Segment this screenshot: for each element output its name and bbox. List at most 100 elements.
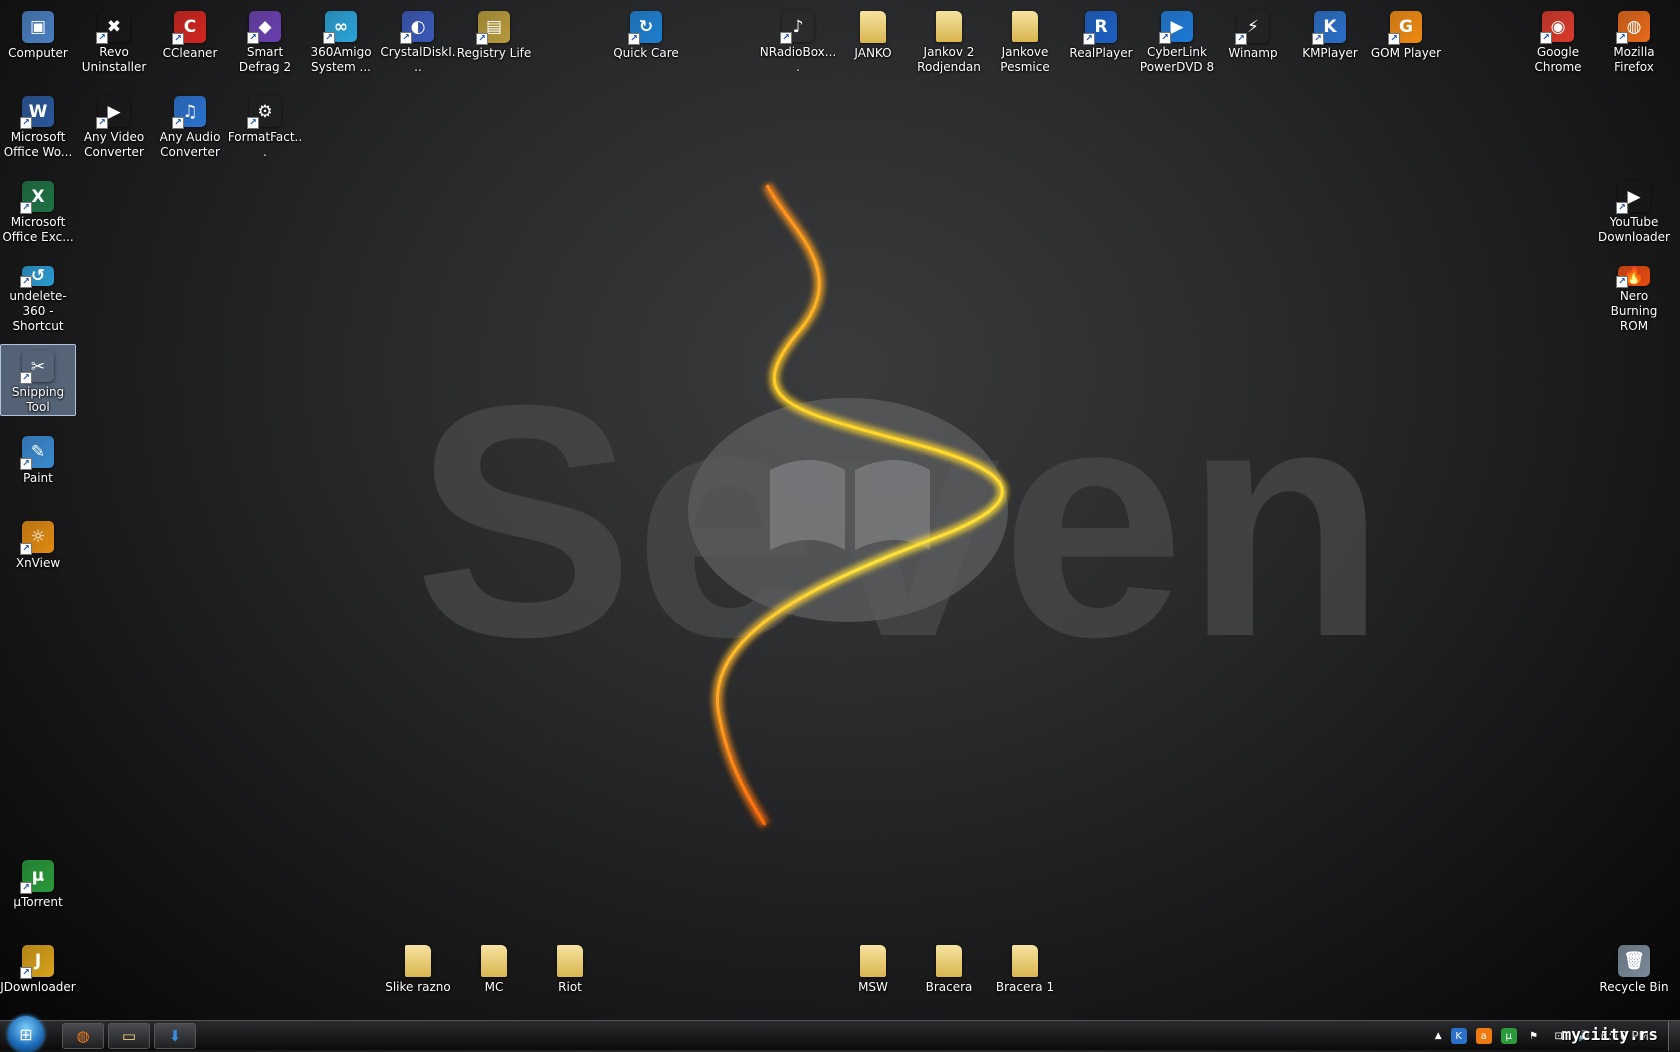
desktop-icon-winamp[interactable]: ⚡ ↗ Winamp (1215, 4, 1291, 76)
folder-icon (405, 945, 431, 977)
desktop-icon-crystaldiski[interactable]: ◐ ↗ CrystalDiskI... (380, 4, 456, 76)
taskbar-firefox-button[interactable]: ◍ (62, 1023, 104, 1049)
shortcut-arrow-icon: ↗ (628, 33, 640, 45)
desktop-icon-kmplayer[interactable]: K ↗ KMPlayer (1292, 4, 1368, 76)
desktop-icon-mc[interactable]: MC (456, 938, 532, 1010)
avast-tray-icon[interactable]: a (1475, 1028, 1492, 1044)
desktop-icon-recycle-bin[interactable]: 🗑 Recycle Bin (1596, 938, 1672, 1010)
shortcut-arrow-icon: ↗ (323, 32, 335, 44)
desktop-icon-google-chrome[interactable]: ◉ ↗ Google Chrome (1520, 4, 1596, 76)
folder-icon (936, 11, 962, 42)
shortcut-arrow-icon: ↗ (20, 458, 32, 470)
desktop-icon-any-video-converter[interactable]: ▶ ↗ Any Video Converter (76, 89, 152, 161)
shortcut-arrow-icon: ↗ (20, 117, 32, 129)
desktop-icon-registry-life[interactable]: ▤ ↗ Registry Life (456, 4, 532, 76)
desktop-icon-youtube-downloader[interactable]: ▶ ↗ YouTube Downloader (1596, 174, 1672, 246)
gom-player-icon: G ↗ (1388, 11, 1422, 45)
desktop-icon-label: Mozilla Firefox (1613, 45, 1655, 74)
desktop-icon-nradiobox[interactable]: ♪ ↗ NRadioBox.... (760, 4, 836, 76)
desktop-icon-undelete-360-shortcut[interactable]: ↺ ↗ undelete-360 - Shortcut (0, 259, 76, 333)
desktop-icon-label: Jankov 2 Rodjendan (917, 45, 981, 74)
desktop-icon-formatfact[interactable]: ⚙ ↗ FormatFact... (227, 89, 303, 161)
desktop-icon-jankove-pesmice[interactable]: Jankove Pesmice (987, 4, 1063, 76)
desktop-icon-janko[interactable]: JANKO (835, 4, 911, 76)
kmplayer-tray-icon[interactable]: K (1450, 1028, 1467, 1044)
shortcut-arrow-icon: ↗ (20, 882, 32, 894)
desktop-icon-360amigo-system[interactable]: ∞ ↗ 360Amigo System ... (303, 4, 379, 76)
desktop-icon-jdownloader[interactable]: J ↗ JDownloader (0, 938, 76, 1010)
shortcut-arrow-icon: ↗ (780, 32, 792, 44)
desktop-icon-cyberlink-powerdvd-8[interactable]: ▶ ↗ CyberLink PowerDVD 8 (1139, 4, 1215, 76)
desktop-icon-bracera[interactable]: Bracera (911, 938, 987, 1010)
chrome-icon: ◉ ↗ (1540, 11, 1574, 44)
desktop-icon-label: Google Chrome (1534, 45, 1582, 74)
any-audio-converter-icon: ♫ ↗ (172, 96, 206, 129)
shortcut-arrow-icon: ↗ (247, 32, 259, 44)
shortcut-arrow-icon: ↗ (172, 33, 184, 45)
desktop-icon-label: Smart Defrag 2 (238, 45, 292, 74)
desktop-icon-label: Microsoft Office Wo... (3, 130, 73, 159)
winamp-icon: ⚡ ↗ (1235, 11, 1269, 45)
shortcut-arrow-icon: ↗ (96, 32, 108, 44)
show-hidden-icons-button[interactable]: ▲ (1435, 1031, 1442, 1041)
shortcut-arrow-icon: ↗ (1312, 33, 1324, 45)
desktop-icon-smart-defrag-2[interactable]: ◆ ↗ Smart Defrag 2 (227, 4, 303, 76)
desktop-icon-xnview[interactable]: ☼ ↗ XnView (0, 514, 76, 586)
desktop-icon-label: YouTube Downloader (1598, 215, 1670, 244)
desktop-icon-quick-care[interactable]: ↻ ↗ Quick Care (608, 4, 684, 76)
desktop-icon-label: Bracera 1 (995, 980, 1055, 994)
desktop-icon-microsoft-office-wo[interactable]: W ↗ Microsoft Office Wo... (0, 89, 76, 161)
desktop-icon-label: XnView (15, 556, 61, 570)
utorrent-tray-icon[interactable]: µ (1500, 1028, 1517, 1044)
desktop-icon-label: RealPlayer (1069, 46, 1133, 60)
desktop-icon-label: JANKO (854, 46, 892, 60)
desktop-icon-label: Computer (8, 46, 68, 60)
folder-icon (860, 11, 886, 43)
desktop-icon-label: Recycle Bin (1599, 980, 1669, 994)
desktop-icon-jankov-2-rodjendan[interactable]: Jankov 2 Rodjendan (911, 4, 987, 76)
desktop-icon-realplayer[interactable]: R ↗ RealPlayer (1063, 4, 1139, 76)
desktop-icon-riot[interactable]: Riot (532, 938, 608, 1010)
desktop-icon-snipping-tool[interactable]: ✂ ↗ Snipping Tool (0, 344, 76, 416)
desktop-icon-revo-uninstaller[interactable]: ✖ ↗ Revo Uninstaller (76, 4, 152, 76)
start-button[interactable]: ⊞ (8, 1016, 44, 1052)
folder-icon (1012, 11, 1038, 42)
desktop-icon-ccleaner[interactable]: C ↗ CCleaner (152, 4, 228, 76)
desktop-icon-label: Microsoft Office Exc... (2, 215, 74, 244)
desktop-icon-computer[interactable]: ▣ Computer (0, 4, 76, 76)
desktop-icon-msw[interactable]: MSW (835, 938, 911, 1010)
desktop-icon-paint[interactable]: ✎ ↗ Paint (0, 429, 76, 501)
show-desktop-button[interactable] (1668, 1021, 1680, 1051)
desktop-icon-label: CrystalDiskI... (380, 45, 456, 74)
realplayer-icon: R ↗ (1083, 11, 1117, 45)
format-factory-icon: ⚙ ↗ (247, 96, 281, 129)
taskbar-windows-explorer-button[interactable]: ▭ (108, 1023, 150, 1049)
powerdvd-icon: ▶ ↗ (1159, 11, 1193, 44)
desktop-icon-any-audio-converter[interactable]: ♫ ↗ Any Audio Converter (152, 89, 228, 161)
desktop-icon-mozilla-firefox[interactable]: ◍ ↗ Mozilla Firefox (1596, 4, 1672, 76)
undelete-360-icon: ↺ ↗ (20, 266, 54, 288)
registry-life-icon: ▤ ↗ (476, 11, 510, 45)
shortcut-arrow-icon: ↗ (20, 276, 32, 288)
desktop-icon-label: Nero Burning ROM (1610, 289, 1658, 333)
action-center-flag-icon[interactable]: ⚑ (1526, 1028, 1542, 1044)
desktop-icon-bracera-1[interactable]: Bracera 1 (987, 938, 1063, 1010)
shortcut-arrow-icon: ↗ (1616, 32, 1628, 44)
desktop-icon-nero-burning-rom[interactable]: 🔥 ↗ Nero Burning ROM (1596, 259, 1672, 333)
desktop-icon-slike-razno[interactable]: Slike razno (380, 938, 456, 1010)
desktop-icon-microsoft-office-exc[interactable]: X ↗ Microsoft Office Exc... (0, 174, 76, 246)
360amigo-icon: ∞ ↗ (323, 11, 357, 44)
desktop-icon-label: MC (484, 980, 504, 994)
folder-icon (557, 945, 583, 977)
desktop-icon-gom-player[interactable]: G ↗ GOM Player (1368, 4, 1444, 76)
shortcut-arrow-icon: ↗ (20, 372, 32, 384)
shortcut-arrow-icon: ↗ (172, 117, 184, 129)
shortcut-arrow-icon: ↗ (20, 543, 32, 555)
folder-icon (860, 945, 886, 977)
shortcut-arrow-icon: ↗ (1540, 32, 1552, 44)
desktop-icon-label: Jankove Pesmice (1000, 45, 1050, 74)
taskbar-download-manager-button[interactable]: ⬇ (154, 1023, 196, 1049)
desktop-icon-label: JDownloader (0, 980, 76, 994)
desktop-icon--torrent[interactable]: µ ↗ µTorrent (0, 853, 76, 925)
recycle-bin-icon: 🗑 (1618, 945, 1650, 977)
